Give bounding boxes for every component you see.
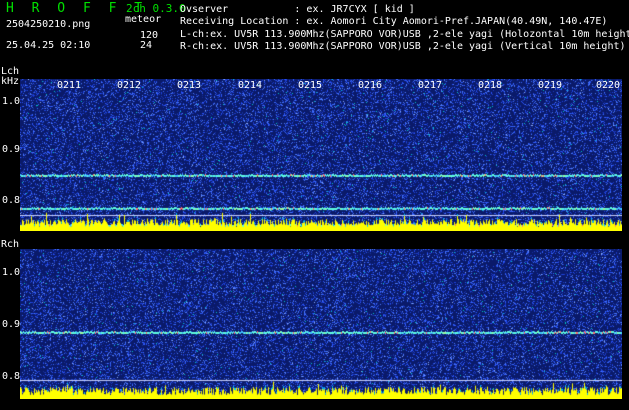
time-tick: 0213	[177, 80, 202, 91]
lch-ytick: 0.9	[2, 144, 21, 155]
time-tick: 0214	[238, 80, 263, 91]
location-line: Receiving Location : ex. Aomori City Aom…	[180, 16, 608, 27]
file-name: 2504250210.png	[6, 19, 91, 30]
meteor-count-rch: 24	[140, 40, 153, 51]
version-label: 2ch 0.3.0	[126, 2, 186, 15]
rch-label: Rch	[1, 239, 20, 250]
lch-ytick: 1.0	[2, 96, 21, 107]
time-tick: 0216	[358, 80, 383, 91]
timestamp: 25.04.25 02:10	[6, 40, 91, 51]
lch-description: L-ch:ex. UV5R 113.900Mhz(SAPPORO VOR)USB…	[180, 29, 629, 40]
lch-spectrogram	[20, 79, 622, 231]
time-tick: 0220	[596, 80, 621, 91]
khz-label: kHz	[1, 76, 20, 87]
meteor-label: meteor	[125, 14, 162, 25]
rch-ytick: 0.8	[2, 371, 21, 382]
time-tick: 0215	[298, 80, 323, 91]
time-tick: 0212	[117, 80, 142, 91]
rch-spectrogram	[20, 249, 622, 399]
rch-ytick: 0.9	[2, 319, 21, 330]
lch-ytick: 0.8	[2, 195, 21, 206]
time-tick: 0219	[538, 80, 563, 91]
observer-line: Ovserver : ex. JR7CYX [ kid ]	[180, 4, 415, 15]
time-tick: 0217	[418, 80, 443, 91]
time-tick: 0211	[57, 80, 82, 91]
rch-ytick: 1.0	[2, 267, 21, 278]
time-tick: 0218	[478, 80, 503, 91]
rch-description: R-ch:ex. UV5R 113.900Mhz(SAPPORO VOR)USB…	[180, 41, 626, 52]
